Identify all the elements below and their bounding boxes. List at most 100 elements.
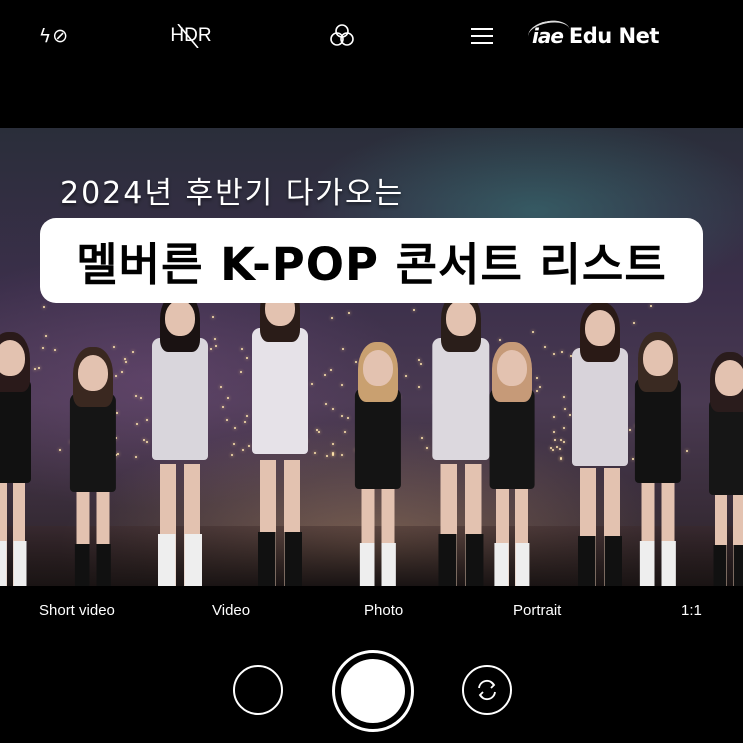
camera-top-bar: ϟ⊘ HDR iae Edu Net [0, 0, 743, 72]
flash-off-button[interactable]: ϟ⊘ [36, 18, 72, 54]
brand-logo: iae Edu Net [532, 18, 724, 54]
spark-particle [413, 309, 416, 312]
performer-outfit [152, 338, 208, 460]
performer-head [715, 360, 743, 396]
spark-particle [226, 418, 229, 421]
spark-particle [233, 443, 236, 446]
performer-head [585, 310, 615, 346]
shutter-inner-circle [341, 659, 405, 723]
spark-particle [54, 348, 57, 351]
spark-particle [135, 395, 138, 398]
camera-switch-button[interactable] [462, 665, 512, 715]
spark-particle [112, 345, 115, 348]
spark-particle [553, 430, 556, 433]
performer-head [0, 340, 25, 376]
performer-boots [0, 541, 27, 586]
image-subtitle: 2024년 후반기 다가오는 [60, 176, 405, 211]
spark-particle [329, 369, 332, 372]
performer-figure [625, 332, 691, 586]
performer-head [643, 340, 673, 376]
mode-portrait[interactable]: Portrait [513, 602, 561, 619]
spark-particle [331, 407, 334, 410]
spark-particle [552, 448, 555, 451]
spark-particle [325, 455, 328, 458]
filters-button[interactable] [326, 18, 358, 54]
performer-outfit [354, 388, 402, 489]
menu-icon [471, 28, 493, 44]
hdr-label: HDR [170, 25, 212, 46]
performer-outfit [0, 378, 31, 483]
camera-controls [0, 636, 743, 743]
title-banner: 멜버른 K-POP 콘서트 리스트 [40, 218, 703, 303]
spark-particle [42, 346, 45, 349]
brand-logo-mark: iae [532, 24, 564, 48]
camera-switch-icon [478, 679, 496, 701]
performer-outfit [252, 328, 308, 454]
image-title: 멜버른 K-POP 콘서트 리스트 [76, 238, 667, 291]
camera-mode-bar: Short video Video Photo Portrait 1:1 [0, 586, 743, 636]
performer-head [363, 350, 393, 386]
performer-figure [345, 342, 411, 586]
spark-particle [134, 455, 137, 458]
performer-figure [140, 292, 220, 586]
mode-photo[interactable]: Photo [364, 602, 403, 619]
spark-particle [44, 334, 47, 337]
performer-outfit [69, 393, 117, 492]
spark-particle [332, 443, 335, 446]
filters-icon [330, 24, 354, 46]
performer-figure [60, 347, 126, 586]
flash-off-icon: ϟ⊘ [38, 25, 70, 47]
spark-particle [554, 439, 557, 442]
gallery-thumbnail-button[interactable] [233, 665, 283, 715]
performer-boots [494, 542, 530, 586]
performer-boots [438, 533, 484, 586]
spark-particle [132, 351, 135, 354]
spark-particle [552, 415, 555, 418]
performer-boots [578, 535, 622, 586]
spark-particle [234, 427, 236, 430]
spark-particle [222, 405, 225, 408]
mode-short-video[interactable]: Short video [39, 602, 115, 619]
performer-outfit [634, 378, 682, 483]
spark-particle [324, 374, 327, 377]
performer-boots [713, 544, 743, 586]
performer-boots [258, 532, 302, 586]
spark-particle [135, 423, 138, 426]
spark-particle [340, 415, 343, 418]
spark-particle [649, 304, 652, 307]
spark-particle [552, 352, 555, 355]
spark-particle [331, 451, 334, 454]
spark-particle [324, 402, 327, 405]
performer-outfit [709, 398, 743, 495]
performer-figure [700, 352, 743, 586]
spark-particle [347, 311, 350, 314]
spark-particle [531, 330, 534, 333]
spark-particle [330, 317, 333, 320]
performer-head [165, 300, 195, 336]
spark-particle [230, 453, 233, 456]
spark-particle [340, 454, 343, 457]
performer-boots [359, 542, 397, 586]
spark-particle [341, 383, 344, 386]
menu-button[interactable] [466, 18, 498, 54]
brand-name: Edu Net [568, 24, 660, 48]
mode-video[interactable]: Video [212, 602, 250, 619]
spark-particle [42, 305, 45, 308]
hdr-off-button[interactable]: HDR [165, 18, 217, 54]
spark-particle [342, 348, 345, 351]
aspect-ratio-toggle[interactable]: 1:1 [681, 602, 702, 619]
shutter-button[interactable] [332, 650, 414, 732]
performer-outfit [489, 388, 535, 489]
performer-head [446, 300, 476, 336]
performer-figure [480, 342, 544, 586]
performer-boots [158, 533, 202, 586]
performer-outfit [572, 348, 628, 466]
performer-head [78, 355, 108, 391]
performer-head [497, 350, 527, 386]
spark-particle [227, 397, 230, 400]
spark-particle [550, 446, 553, 449]
performer-figure [240, 282, 320, 586]
spark-particle [543, 346, 546, 349]
performer-boots [639, 541, 677, 586]
performer-figure [0, 332, 40, 586]
